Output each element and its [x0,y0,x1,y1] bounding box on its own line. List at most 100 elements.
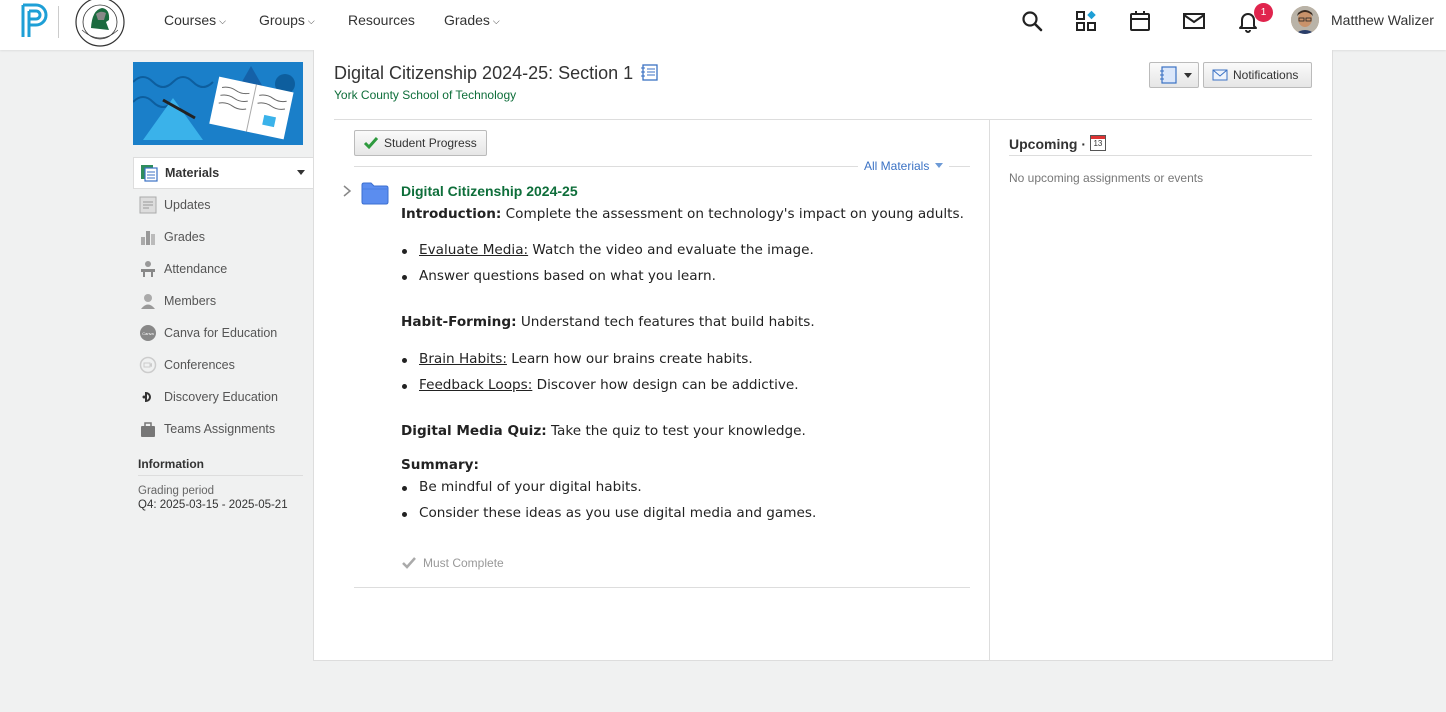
brain-habits-link[interactable]: Brain Habits: [419,351,507,367]
grading-period-label: Grading period [138,485,215,497]
mail-icon[interactable] [1182,9,1206,33]
nav-groups-label: Groups [259,12,305,28]
sidebar-item-canva[interactable]: Canva Canva for Education [133,317,313,349]
folder-title-link[interactable]: Digital Citizenship 2024-25 [401,183,578,199]
column-divider [989,120,990,660]
header-divider [334,119,1312,120]
nav-resources[interactable]: Resources [348,12,415,28]
school-name[interactable]: York County School of Technology [334,88,516,102]
feedback-loops-link[interactable]: Feedback Loops: [419,377,532,393]
chevron-right-icon[interactable] [342,184,352,198]
list-item-text: Watch the video and evaluate the image. [528,242,814,258]
upcoming-empty-message: No upcoming assignments or events [1009,171,1204,185]
materials-icon [139,163,159,183]
conferences-icon [138,355,158,375]
canva-icon: Canva [138,323,158,343]
discovery-icon [138,387,158,407]
checkmark-icon [363,137,379,150]
sidebar-item-label: Conferences [164,358,235,372]
intro-label: Introduction: [401,206,502,222]
list-item: Be mindful of your digital habits. [402,479,642,495]
notification-count-badge: 1 [1254,3,1273,22]
must-complete-indicator: Must Complete [401,556,504,570]
notifications-label: Notifications [1233,68,1299,82]
powerschool-logo-icon[interactable] [20,3,50,39]
must-complete-label: Must Complete [423,556,504,570]
nav-grades-label: Grades [444,12,490,28]
student-progress-button[interactable]: Student Progress [354,130,487,156]
upcoming-separator: · [1081,136,1087,152]
updates-icon [138,195,158,215]
evaluate-media-link[interactable]: Evaluate Media: [419,242,528,258]
nav-courses-label: Courses [164,12,217,28]
course-side-menu: Materials Updates Grades Attendance Memb… [133,157,313,445]
chevron-down-icon: ⌵ [219,16,226,26]
summary-heading: Summary: [401,457,479,473]
list-item: Brain Habits: Learn how our brains creat… [402,351,753,367]
avatar[interactable] [1291,6,1319,34]
intro-paragraph: Introduction: Complete the assessment on… [401,206,964,222]
sidebar-item-label: Attendance [164,262,228,276]
calendar-icon[interactable] [1128,9,1152,33]
nav-groups[interactable]: Groups ⌵ [259,12,315,28]
grades-icon [138,227,158,247]
calendar-day-number: 13 [1093,139,1103,149]
sidebar-item-label: Updates [164,198,211,212]
habit-paragraph: Habit-Forming: Understand tech features … [401,314,815,330]
user-menu-name[interactable]: Matthew Walizer [1331,12,1434,28]
all-materials-filter[interactable]: All Materials [858,159,950,173]
teams-icon [138,419,158,439]
list-item-text: Be mindful of your digital habits. [419,479,642,495]
chevron-down-icon [935,163,944,168]
quiz-label: Digital Media Quiz: [401,423,547,439]
search-icon[interactable] [1020,9,1044,33]
top-navbar: Courses⌵ Groups⌵ Resources Grades⌵ 1 [0,0,1446,50]
upcoming-heading: Upcoming · 13 [1009,135,1106,153]
sidebar-item-members[interactable]: Members [133,285,313,317]
folder-bottom-divider [354,587,970,588]
course-notebook-icon[interactable] [640,64,658,81]
notifications-button[interactable]: Notifications [1203,62,1312,88]
filter-label: All Materials [864,159,930,173]
school-seal-logo[interactable] [74,0,126,48]
sidebar-item-label: Materials [165,166,220,180]
sidebar-item-attendance[interactable]: Attendance [133,253,313,285]
list-item-text: Learn how our brains create habits. [506,351,753,367]
sidebar-item-label: Members [164,294,217,308]
members-icon [138,291,158,311]
list-item: Answer questions based on what you learn… [402,268,716,284]
course-options-dropdown[interactable] [1149,62,1199,88]
sidebar-item-teams[interactable]: Teams Assignments [133,413,313,445]
nav-courses[interactable]: Courses ⌵ [164,12,226,28]
nav-resources-label: Resources [348,12,415,28]
sidebar-item-label: Grades [164,230,205,244]
list-item: Evaluate Media: Watch the video and eval… [402,242,814,258]
sidebar-item-label: Canva for Education [164,326,278,340]
intro-text: Complete the assessment on technology's … [501,206,964,222]
sidebar-item-materials[interactable]: Materials [133,157,313,189]
calendar-day-icon[interactable]: 13 [1089,135,1106,152]
habit-label: Habit-Forming: [401,314,517,330]
sidebar-item-updates[interactable]: Updates [133,189,313,221]
envelope-icon [1212,69,1228,81]
list-item: Consider these ideas as you use digital … [401,505,816,521]
checkmark-icon [402,557,416,569]
sidebar-item-grades[interactable]: Grades [133,221,313,253]
apps-grid-icon[interactable] [1074,9,1098,33]
dropdown-caret-icon[interactable] [297,170,305,175]
svg-text:Canva: Canva [142,331,154,336]
summary-label: Summary: [401,457,479,473]
chevron-down-icon: ⌵ [307,16,315,26]
student-progress-label: Student Progress [384,136,477,150]
attendance-icon [138,259,158,279]
list-item-text: Answer questions based on what you learn… [419,268,716,284]
chevron-down-icon [1184,72,1192,78]
sidebar-item-discovery[interactable]: Discovery Education [133,381,313,413]
list-item-text: Discover how design can be addictive. [532,377,799,393]
folder-icon [361,182,389,205]
notebook-icon [1160,66,1177,84]
sidebar-item-conferences[interactable]: Conferences [133,349,313,381]
list-item: Feedback Loops: Discover how design can … [402,377,799,393]
nav-grades[interactable]: Grades ⌵ [444,12,500,28]
user-photo-icon [1291,6,1319,34]
